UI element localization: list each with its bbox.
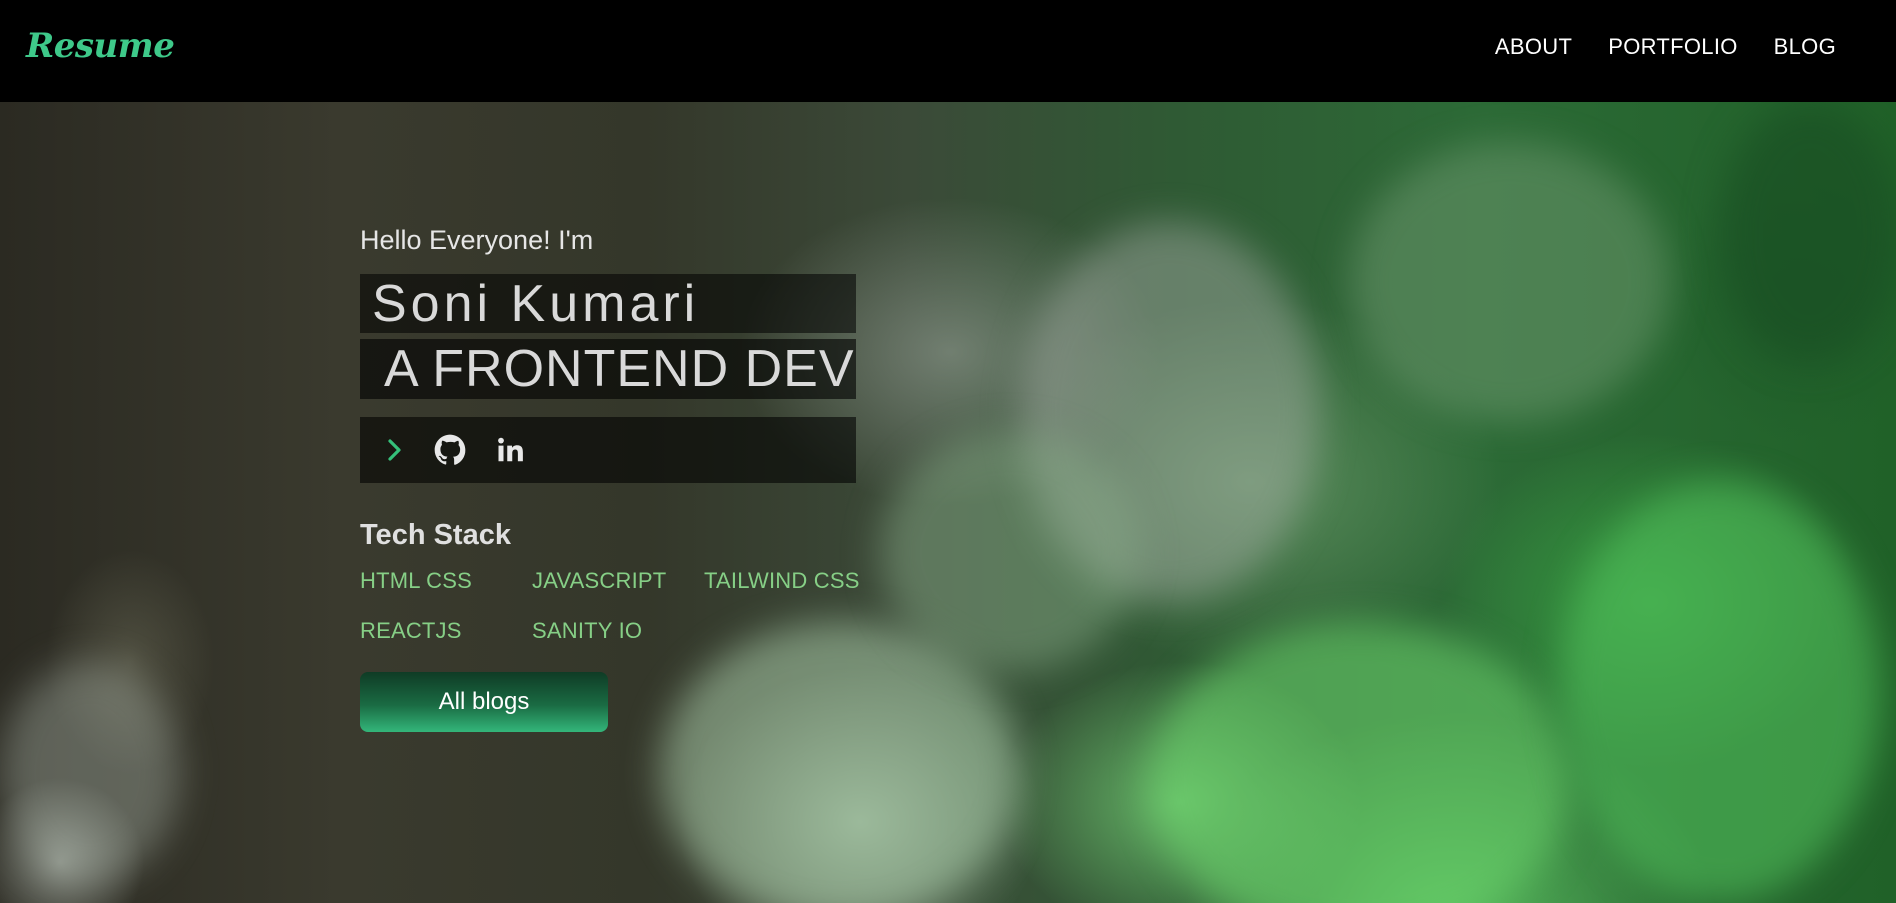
- tech-item: SANITY IO: [532, 618, 643, 643]
- page: Resume ABOUT PORTFOLIO BLOG Hello Everyo…: [0, 0, 1896, 903]
- nav-link-about[interactable]: ABOUT: [1495, 34, 1572, 60]
- tech-item: REACTJS: [360, 618, 462, 643]
- chevron-right-icon[interactable]: [386, 437, 404, 463]
- nav-link-blog[interactable]: BLOG: [1774, 34, 1836, 60]
- name-banner: Soni Kumari: [360, 274, 856, 333]
- hero-background-image: [0, 102, 1896, 903]
- role-text: A FRONTEND DEV: [384, 340, 855, 398]
- github-icon[interactable]: [434, 434, 466, 466]
- social-links-bar: [360, 417, 856, 483]
- tech-stack-list: HTML CSS JAVASCRIPT TAILWIND CSS REACTJS…: [360, 568, 860, 644]
- tech-item: HTML CSS: [360, 568, 473, 593]
- nav-link-portfolio[interactable]: PORTFOLIO: [1608, 34, 1737, 60]
- nav-links: ABOUT PORTFOLIO BLOG: [1495, 34, 1836, 60]
- all-blogs-button[interactable]: All blogs: [360, 672, 608, 732]
- tech-item: TAILWIND CSS: [704, 568, 860, 593]
- greeting-text: Hello Everyone! I'm: [360, 225, 594, 255]
- tech-item: JAVASCRIPT: [532, 568, 667, 593]
- linkedin-icon[interactable]: [496, 435, 526, 465]
- brand-logo[interactable]: Resume: [26, 26, 175, 66]
- role-banner: A FRONTEND DEV: [360, 339, 856, 399]
- tech-stack-title: Tech Stack: [360, 519, 511, 551]
- navbar: Resume ABOUT PORTFOLIO BLOG: [0, 0, 1896, 102]
- hero-content: Hello Everyone! I'm Soni Kumari A FRONTE…: [360, 225, 860, 732]
- name-text: Soni Kumari: [372, 274, 700, 333]
